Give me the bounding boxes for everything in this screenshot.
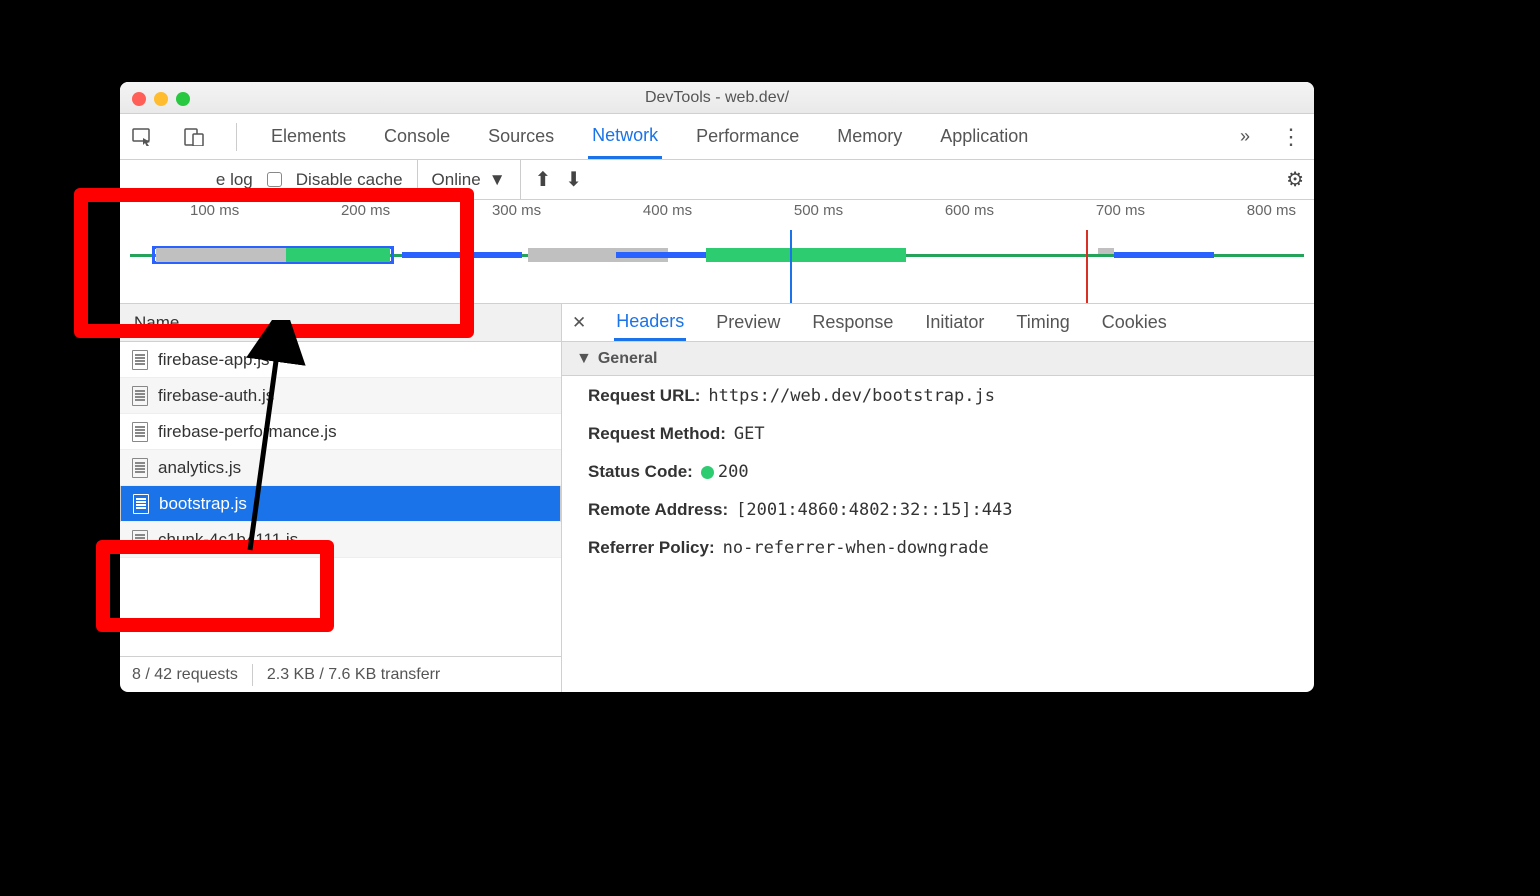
status-transfer: 2.3 KB / 7.6 KB transferr [267, 666, 440, 684]
request-name: analytics.js [158, 458, 241, 478]
file-icon [132, 458, 148, 478]
tab-elements[interactable]: Elements [267, 116, 350, 157]
status-bar: 8 / 42 requests 2.3 KB / 7.6 KB transfer… [120, 656, 561, 692]
kv-status-code: Status Code: 200 [588, 462, 1288, 482]
tick-label: 500 ms [794, 202, 843, 219]
kv-value: https://web.dev/bootstrap.js [708, 386, 995, 406]
request-row[interactable]: analytics.js [120, 450, 561, 486]
kv-value: 200 [701, 462, 749, 482]
detail-tab-cookies[interactable]: Cookies [1100, 306, 1169, 339]
overview-chart [120, 230, 1314, 303]
kv-key: Request URL: [588, 386, 700, 406]
tick-label: 300 ms [492, 202, 541, 219]
upload-har-icon[interactable]: ⬆ [535, 167, 552, 192]
section-title: General [598, 350, 658, 368]
file-icon [132, 530, 148, 550]
kv-key: Referrer Policy: [588, 538, 715, 558]
general-section-header[interactable]: ▼ General [562, 342, 1314, 376]
detail-tab-headers[interactable]: Headers [614, 305, 686, 341]
file-icon [132, 422, 148, 442]
traffic-lights [132, 92, 190, 106]
request-name: firebase-performance.js [158, 422, 337, 442]
file-icon [133, 494, 149, 514]
kv-value: no-referrer-when-downgrade [723, 538, 989, 558]
request-row-selected[interactable]: bootstrap.js [120, 486, 561, 522]
devtools-window: DevTools - web.dev/ Elements Console Sou… [120, 82, 1314, 692]
tab-sources[interactable]: Sources [484, 116, 558, 157]
request-name: chunk-4c1b4111.js [158, 530, 298, 550]
status-dot-icon [701, 466, 714, 479]
general-kv-list: Request URL: https://web.dev/bootstrap.js… [562, 376, 1314, 568]
request-row[interactable]: firebase-app.js [120, 342, 561, 378]
kv-request-url: Request URL: https://web.dev/bootstrap.js [588, 386, 1288, 406]
file-icon [132, 386, 148, 406]
tab-memory[interactable]: Memory [833, 116, 906, 157]
settings-kebab-icon[interactable]: ⋮ [1280, 124, 1302, 150]
device-toolbar-icon[interactable] [184, 128, 206, 146]
window-title: DevTools - web.dev/ [645, 89, 789, 107]
kv-request-method: Request Method: GET [588, 424, 1288, 444]
kv-remote-address: Remote Address: [2001:4860:4802:32::15]:4… [588, 500, 1288, 520]
disable-cache-label: Disable cache [296, 170, 403, 190]
kv-referrer-policy: Referrer Policy: no-referrer-when-downgra… [588, 538, 1288, 558]
minimize-window-icon[interactable] [154, 92, 168, 106]
kv-value: GET [734, 424, 765, 444]
request-list: firebase-app.js firebase-auth.js firebas… [120, 342, 561, 656]
maximize-window-icon[interactable] [176, 92, 190, 106]
disable-cache-checkbox[interactable] [267, 172, 282, 187]
kv-key: Status Code: [588, 462, 693, 482]
tick-label: 400 ms [643, 202, 692, 219]
request-name: bootstrap.js [159, 494, 247, 514]
kv-value: [2001:4860:4802:32::15]:443 [736, 500, 1012, 520]
detail-tab-response[interactable]: Response [810, 306, 895, 339]
status-requests: 8 / 42 requests [132, 666, 238, 684]
detail-tab-bar: ✕ Headers Preview Response Initiator Tim… [562, 304, 1314, 342]
chevron-down-icon: ▼ [489, 170, 506, 190]
gear-icon[interactable]: ⚙ [1286, 167, 1304, 192]
detail-pane: ✕ Headers Preview Response Initiator Tim… [562, 304, 1314, 692]
detail-tab-initiator[interactable]: Initiator [923, 306, 986, 339]
request-name: firebase-auth.js [158, 386, 274, 406]
name-column-header[interactable]: Name [120, 304, 561, 342]
inspect-element-icon[interactable] [132, 128, 154, 146]
tab-performance[interactable]: Performance [692, 116, 803, 157]
file-icon [132, 350, 148, 370]
network-toolbar: ●●●●●●● e log Disable cache Online ▼ ⬆ ⬇… [120, 160, 1314, 200]
request-row[interactable]: firebase-auth.js [120, 378, 561, 414]
tab-console[interactable]: Console [380, 116, 454, 157]
tick-row: 100 ms 200 ms 300 ms 400 ms 500 ms 600 m… [120, 200, 1314, 219]
detail-tab-timing[interactable]: Timing [1014, 306, 1071, 339]
request-name: firebase-app.js [158, 350, 270, 370]
tick-label: 600 ms [945, 202, 994, 219]
request-list-pane: Name firebase-app.js firebase-auth.js fi… [120, 304, 562, 692]
tab-network[interactable]: Network [588, 115, 662, 159]
download-har-icon[interactable]: ⬇ [565, 167, 582, 192]
request-row[interactable]: firebase-performance.js [120, 414, 561, 450]
preserve-log-label: e log [216, 170, 253, 190]
detail-tab-preview[interactable]: Preview [714, 306, 782, 339]
request-row[interactable]: chunk-4c1b4111.js [120, 522, 561, 558]
tick-label: 700 ms [1096, 202, 1145, 219]
throttle-value: Online [432, 170, 481, 190]
tab-application[interactable]: Application [936, 116, 1032, 157]
more-tabs-icon[interactable]: » [1240, 126, 1250, 147]
window-titlebar: DevTools - web.dev/ [120, 82, 1314, 114]
close-detail-icon[interactable]: ✕ [572, 313, 586, 333]
tick-label: 200 ms [341, 202, 390, 219]
overview-timeline[interactable]: 100 ms 200 ms 300 ms 400 ms 500 ms 600 m… [120, 200, 1314, 304]
close-window-icon[interactable] [132, 92, 146, 106]
main-tab-bar: Elements Console Sources Network Perform… [120, 114, 1314, 160]
chevron-down-icon: ▼ [576, 350, 592, 368]
kv-key: Request Method: [588, 424, 726, 444]
tick-label: 800 ms [1247, 202, 1296, 219]
kv-key: Remote Address: [588, 500, 728, 520]
throttle-select[interactable]: Online ▼ [417, 160, 521, 199]
tick-label: 100 ms [190, 202, 239, 219]
